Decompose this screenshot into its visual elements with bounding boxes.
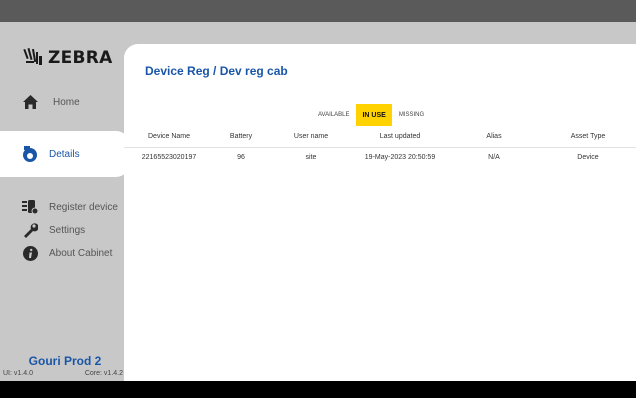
sidebar-item-register-device[interactable]: Register device: [0, 196, 130, 218]
column-header-alias: Alias: [486, 133, 502, 140]
column-header-user-name: User name: [293, 133, 329, 140]
home-icon: [22, 94, 38, 110]
cell-device-name: 22165523020197: [141, 154, 197, 161]
sidebar-item-label: Settings: [49, 224, 86, 236]
table-row[interactable]: 22165523020197 96 site 19-May-2023 20:50…: [124, 154, 636, 166]
tab-in-use[interactable]: IN USE: [356, 104, 392, 126]
column-header-asset-type: Asset Type: [570, 133, 606, 140]
zebra-head-icon: [23, 47, 42, 65]
core-version: Core: v1.4.2: [84, 370, 123, 377]
sidebar-item-details[interactable]: Details: [0, 131, 130, 177]
sidebar-item-settings[interactable]: Settings: [0, 219, 130, 241]
sidebar-item-label: Details: [49, 148, 80, 160]
page-title: Device Reg / Dev reg cab: [145, 64, 288, 78]
ui-version: UI: v1.4.0: [3, 370, 33, 377]
tab-available[interactable]: AVAILABLE: [314, 104, 353, 126]
sidebar-item-label: Register device: [49, 201, 118, 213]
zebra-logo: ZEBRA: [22, 46, 122, 70]
cell-battery: 96: [237, 154, 245, 161]
status-tabs: AVAILABLE IN USE MISSING: [314, 104, 428, 126]
table-header: Device Name Battery User name Last updat…: [124, 133, 636, 145]
header-divider: [124, 147, 636, 148]
register-device-icon: [22, 199, 38, 215]
top-bar: [0, 0, 636, 22]
column-header-device-name: Device Name: [147, 133, 191, 140]
sidebar-item-about-cabinet[interactable]: About Cabinet: [0, 242, 130, 264]
details-icon: [22, 146, 38, 162]
cell-user-name: site: [305, 154, 317, 161]
logo-text: ZEBRA: [48, 48, 113, 68]
version-info: UI: v1.4.0 Core: v1.4.2: [3, 370, 123, 377]
main-panel: Device Reg / Dev reg cab AVAILABLE IN US…: [124, 44, 636, 381]
cabinet-name: Gouri Prod 2: [28, 354, 102, 368]
bottom-bar: [0, 381, 636, 398]
wrench-icon: [22, 222, 38, 238]
tab-missing[interactable]: MISSING: [395, 104, 428, 126]
column-header-last-updated: Last updated: [379, 133, 421, 140]
sidebar-item-label: Home: [53, 96, 80, 108]
column-header-battery: Battery: [229, 133, 253, 140]
sidebar-item-label: About Cabinet: [49, 247, 113, 259]
cell-asset-type: Device: [577, 154, 599, 161]
info-icon: [22, 245, 38, 261]
cell-alias: N/A: [488, 154, 500, 161]
cell-last-updated: 19-May-2023 20:50:59: [364, 154, 436, 161]
sidebar-item-home[interactable]: Home: [0, 91, 130, 113]
